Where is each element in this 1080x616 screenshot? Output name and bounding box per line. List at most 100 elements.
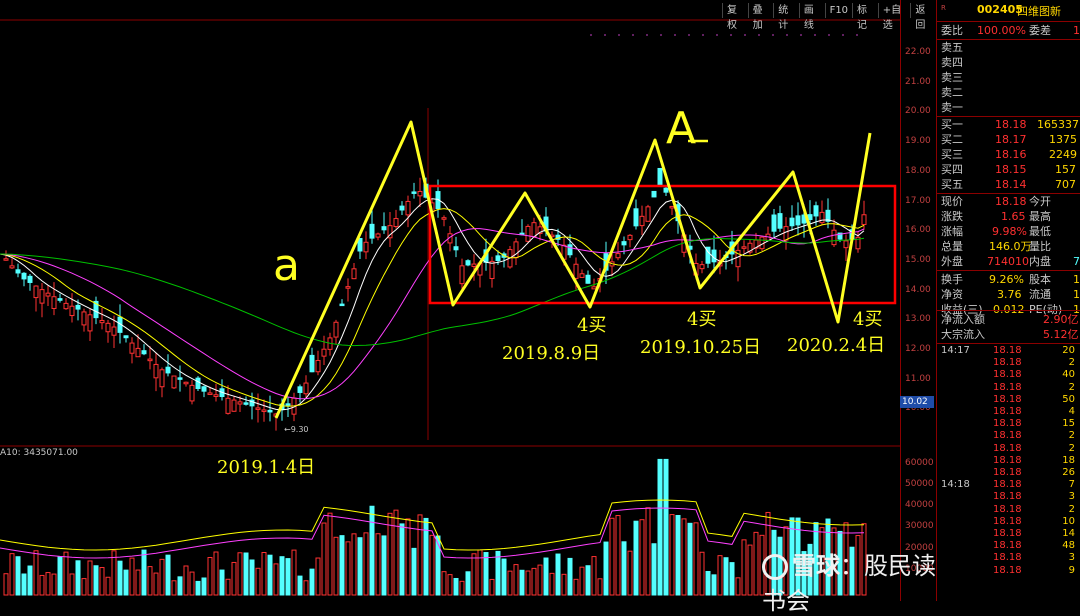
candle-body (39, 289, 45, 304)
price-tick: 14.00 (905, 285, 931, 295)
volume-bar (615, 515, 621, 596)
candle-body (831, 229, 837, 246)
sell-row[interactable]: 卖五 (937, 40, 1080, 55)
volume-bar (669, 514, 675, 596)
tick-price: 18.18 (993, 491, 1022, 503)
stat-value: 9.26% (989, 273, 1024, 286)
flow-value: 2.90亿 (1043, 313, 1079, 326)
candle-body (231, 399, 237, 412)
volume-bar (393, 509, 399, 596)
volume-tick: 30000 (905, 521, 934, 531)
candle-body (843, 240, 849, 249)
quote-label: 涨跌 (941, 210, 963, 223)
tick-price: 18.18 (993, 418, 1022, 430)
quote-label: 涨幅 (941, 225, 963, 238)
quote-value: 7 (1073, 255, 1080, 268)
candle-body (237, 401, 243, 405)
buy-row[interactable]: 买一 18.18 165337 (937, 117, 1080, 132)
stock-name[interactable]: 四维图新 (1017, 3, 1061, 19)
candle-body (399, 205, 405, 211)
buy-row[interactable]: 买三 18.16 2249 (937, 147, 1080, 162)
quote-label: 现价 (941, 195, 963, 208)
toolbar-fuquan-button[interactable]: 复权 (722, 3, 748, 31)
buy-row[interactable]: 买二 18.17 1375 (937, 132, 1080, 147)
volume-bar (237, 552, 243, 596)
candle-body (123, 335, 129, 339)
volume-bar (291, 549, 297, 596)
sell-row[interactable]: 卖二 (937, 85, 1080, 100)
tick-row: 18.18 3 (937, 552, 1080, 564)
candle-body (141, 350, 147, 355)
annotation-buy-2: 4买 (687, 309, 717, 330)
kline-chart[interactable] (0, 0, 936, 601)
candle-body (147, 358, 153, 362)
candle-body (411, 191, 417, 194)
price-tick: 11.00 (905, 374, 931, 384)
candle-body (171, 375, 177, 389)
candle-body (261, 409, 267, 412)
volume-bar (51, 573, 57, 596)
toolbar-stats-button[interactable]: 统计 (773, 3, 799, 31)
volume-bar (567, 557, 573, 596)
tick-row: 18.18 40 (937, 369, 1080, 381)
ma5-line (0, 198, 865, 411)
kline-chart-area[interactable]: 复权 叠加 统计 画线 F10 标记 +自选 返回 22.00 21.00 20… (0, 0, 936, 615)
volume-tick: 50000 (905, 479, 934, 489)
sell-row[interactable]: 卖三 (937, 70, 1080, 85)
tick-volume: 40 (1062, 369, 1075, 381)
volume-bar (207, 557, 213, 596)
volume-bar (129, 557, 135, 596)
volume-tick: 60000 (905, 458, 934, 468)
tick-volume: 4 (1068, 406, 1075, 417)
price-tick: 19.00 (905, 136, 931, 146)
tick-row: 14:18 18.18 7 (937, 479, 1080, 491)
tick-volume: 20 (1062, 345, 1075, 356)
volume-bar (303, 580, 309, 596)
candle-body (45, 292, 51, 297)
candle-body (105, 322, 111, 333)
weibi-row: 委比 100.00% 委差 1 (937, 23, 1080, 38)
quote-label: 内盘 (1029, 255, 1051, 268)
volume-bar (69, 573, 75, 596)
volume-bar (171, 580, 177, 596)
volume-bar (459, 580, 465, 596)
volume-bar (549, 572, 555, 596)
buy-row[interactable]: 买四 18.15 157 (937, 162, 1080, 177)
tick-price: 18.18 (993, 515, 1022, 527)
tick-volume: 48 (1062, 540, 1075, 552)
price-tick: 22.00 (905, 47, 931, 57)
volume-bar (711, 574, 717, 596)
candle-body (189, 384, 195, 402)
volume-bar (231, 561, 237, 596)
tick-time: 14:18 (941, 479, 970, 491)
volume-bar (3, 573, 9, 596)
toolbar-draw-button[interactable]: 画线 (798, 3, 825, 31)
sell-row[interactable]: 卖一 (937, 100, 1080, 115)
volume-bar (93, 565, 99, 596)
toolbar-overlay-button[interactable]: 叠加 (747, 3, 774, 31)
candle-body (861, 214, 867, 225)
volume-bar (531, 567, 537, 596)
volume-bar (81, 578, 87, 596)
annotation-date-2: 2019.8.9日 (502, 343, 601, 364)
volume-bar (249, 559, 255, 596)
candle-body (573, 263, 579, 279)
toolbar-f10-button[interactable]: F10 (824, 3, 853, 18)
toolbar-mark-button[interactable]: 标记 (852, 3, 878, 31)
quote-row: 总量 146.0万 量比 (937, 239, 1080, 254)
volume-bar (693, 522, 699, 596)
tick-price: 18.18 (993, 393, 1022, 405)
annotation-buy-1: 4买 (577, 315, 607, 336)
tick-price: 18.18 (993, 430, 1022, 442)
quote-row: 现价 18.18 今开 (937, 194, 1080, 209)
buy-row[interactable]: 买五 18.14 707 (937, 177, 1080, 192)
weibi-label: 委比 (941, 24, 963, 37)
volume-bar (345, 541, 351, 596)
volume-bar (555, 553, 561, 596)
volume-bar (165, 554, 171, 596)
volume-bar (657, 458, 663, 596)
sell-row[interactable]: 卖四 (937, 55, 1080, 70)
quote-label: 量比 (1029, 240, 1051, 253)
volume-bar (453, 577, 459, 596)
tick-price: 18.18 (993, 406, 1022, 417)
